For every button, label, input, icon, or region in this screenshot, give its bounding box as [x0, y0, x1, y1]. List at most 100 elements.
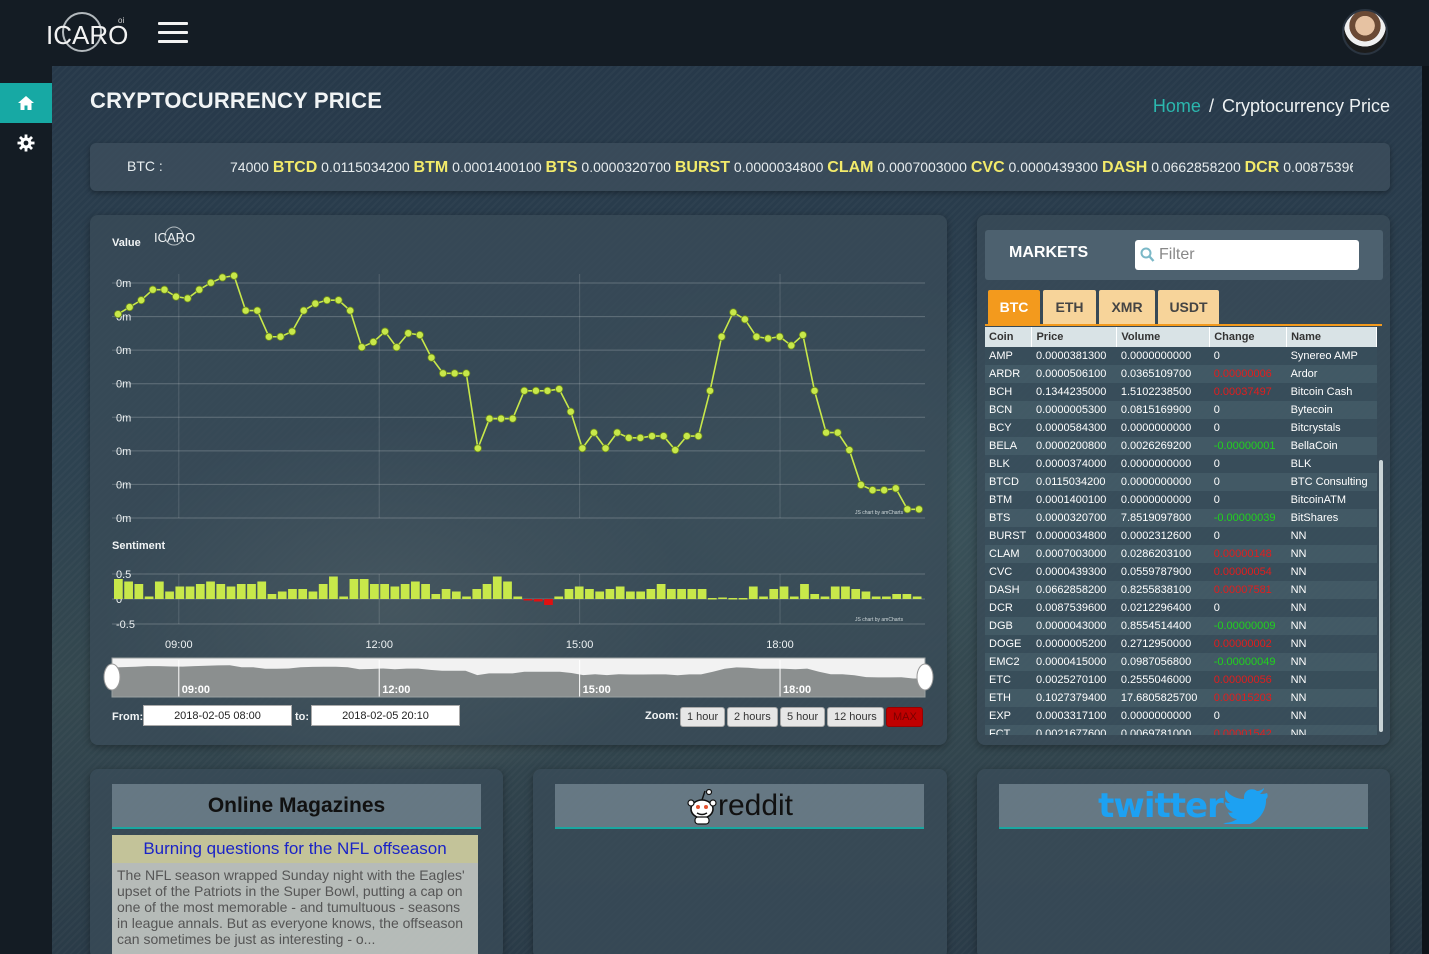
- sentiment-bar[interactable]: [912, 596, 922, 600]
- sentiment-bar[interactable]: [636, 591, 646, 600]
- value-chart-credit[interactable]: JS chart by amCharts: [855, 510, 904, 516]
- value-point[interactable]: [775, 332, 784, 341]
- value-point[interactable]: [787, 341, 796, 350]
- column-header-change[interactable]: Change: [1209, 327, 1288, 347]
- sentiment-bar[interactable]: [533, 599, 543, 602]
- sentiment-bar[interactable]: [216, 584, 226, 599]
- value-point[interactable]: [810, 386, 819, 395]
- value-point[interactable]: [915, 505, 924, 514]
- table-row[interactable]: EMC2 0.0000415000 0.0987056800 -0.00000049 N…: [985, 653, 1377, 671]
- sentiment-bar[interactable]: [277, 591, 287, 600]
- value-point[interactable]: [346, 306, 355, 315]
- table-row[interactable]: DCR 0.0087539600 0.0212296400 0 NN: [985, 599, 1377, 617]
- table-row[interactable]: ETH 0.1027379400 17.6805825700 0.00015203 NN: [985, 689, 1377, 707]
- value-point[interactable]: [392, 343, 401, 352]
- sentiment-bar[interactable]: [267, 594, 277, 599]
- sentiment-bar[interactable]: [175, 586, 185, 600]
- value-point[interactable]: [415, 331, 424, 340]
- zoom-max-button[interactable]: MAX: [886, 707, 923, 727]
- table-row[interactable]: ARDR 0.0000506100 0.0365109700 0.00000006 Ar…: [985, 365, 1377, 383]
- value-point[interactable]: [125, 303, 134, 312]
- value-point[interactable]: [357, 343, 366, 352]
- value-point[interactable]: [764, 334, 773, 343]
- sentiment-bar[interactable]: [288, 589, 297, 599]
- value-point[interactable]: [717, 332, 726, 341]
- sentiment-bar[interactable]: [144, 596, 154, 600]
- sentiment-bar[interactable]: [114, 579, 123, 599]
- sentiment-bar[interactable]: [472, 589, 482, 599]
- sentiment-bar[interactable]: [257, 581, 267, 600]
- value-point[interactable]: [334, 296, 343, 305]
- table-row[interactable]: BCN 0.0000005300 0.0815169900 0 Bytecoin: [985, 401, 1377, 419]
- sentiment-bar[interactable]: [410, 581, 420, 600]
- sentiment-bar[interactable]: [370, 584, 379, 599]
- tab-btc[interactable]: BTC: [988, 290, 1040, 324]
- value-point[interactable]: [230, 271, 239, 280]
- sentiment-bar[interactable]: [810, 594, 820, 599]
- table-row[interactable]: BURST 0.0000034800 0.0002312600 0 NN: [985, 527, 1377, 545]
- value-point[interactable]: [845, 446, 854, 455]
- value-point[interactable]: [880, 486, 889, 495]
- value-point[interactable]: [903, 505, 912, 514]
- scrollbar-navigator[interactable]: 09:00 12:00 15:00 18:00: [103, 657, 934, 698]
- filter-input[interactable]: [1159, 244, 1354, 266]
- tab-usdt[interactable]: USDT: [1158, 290, 1219, 324]
- value-point[interactable]: [566, 407, 575, 416]
- value-point[interactable]: [380, 327, 389, 336]
- sentiment-bar[interactable]: [728, 598, 738, 600]
- value-point[interactable]: [276, 332, 285, 341]
- table-row[interactable]: AMP 0.0000381300 0.0000000000 0 Synereo AMP: [985, 347, 1377, 365]
- menu-icon[interactable]: [158, 22, 188, 44]
- value-point[interactable]: [555, 385, 564, 394]
- table-row[interactable]: BCH 0.1344235000 1.5102238500 0.00037497 Bit…: [985, 383, 1377, 401]
- table-row[interactable]: BTM 0.0001400100 0.0000000000 0 BitcoinATM: [985, 491, 1377, 509]
- sentiment-bar[interactable]: [349, 579, 359, 599]
- sentiment-bar[interactable]: [236, 584, 246, 599]
- value-point[interactable]: [404, 329, 413, 338]
- sentiment-bar[interactable]: [308, 591, 318, 600]
- value-point[interactable]: [520, 386, 529, 395]
- value-point[interactable]: [798, 331, 807, 340]
- app-logo[interactable]: ICARO oi: [46, 12, 128, 56]
- sentiment-bar[interactable]: [462, 596, 471, 600]
- value-point[interactable]: [833, 428, 842, 437]
- sentiment-bar[interactable]: [861, 591, 871, 600]
- value-point[interactable]: [740, 315, 749, 324]
- column-header-coin[interactable]: Coin: [985, 327, 1033, 347]
- value-point[interactable]: [531, 386, 540, 395]
- sentiment-bar[interactable]: [738, 598, 748, 600]
- table-row[interactable]: ETC 0.0025270100 0.2555046000 0.00000056 NN: [985, 671, 1377, 689]
- sentiment-bar[interactable]: [298, 589, 308, 599]
- value-point[interactable]: [195, 285, 204, 294]
- sentiment-bar[interactable]: [841, 586, 850, 600]
- tab-eth[interactable]: ETH: [1043, 290, 1096, 324]
- table-row[interactable]: DASH 0.0662858200 0.8255838100 0.00007581 NN: [985, 581, 1377, 599]
- value-point[interactable]: [589, 428, 598, 437]
- value-point[interactable]: [137, 296, 146, 305]
- value-point[interactable]: [427, 353, 436, 362]
- sentiment-bar[interactable]: [421, 584, 430, 599]
- zoom-5-hour-button[interactable]: 5 hour: [780, 707, 826, 727]
- value-point[interactable]: [613, 428, 622, 437]
- value-point[interactable]: [671, 446, 680, 455]
- value-point[interactable]: [682, 432, 691, 441]
- sentiment-bar[interactable]: [626, 591, 635, 600]
- sentiment-bar[interactable]: [523, 599, 533, 601]
- to-date-input[interactable]: [311, 705, 460, 726]
- sentiment-bar[interactable]: [195, 584, 205, 599]
- value-point[interactable]: [601, 444, 610, 453]
- value-point[interactable]: [113, 310, 122, 319]
- value-point[interactable]: [706, 386, 715, 395]
- price-chart[interactable]: Value ICARO Sentiment 0m0m0m0m0m0m0m0m J…: [90, 215, 947, 745]
- sentiment-bar[interactable]: [759, 596, 768, 600]
- value-point[interactable]: [648, 432, 657, 441]
- table-row[interactable]: BTS 0.0000320700 7.8519097800 -0.00000039 Bi…: [985, 509, 1377, 527]
- sidebar-item-settings[interactable]: [0, 123, 52, 163]
- value-point[interactable]: [288, 327, 297, 336]
- table-row[interactable]: EXP 0.0003317100 0.0000000000 0 NN: [985, 707, 1377, 725]
- sentiment-bar[interactable]: [451, 591, 461, 600]
- sentiment-bar[interactable]: [892, 594, 902, 599]
- sentiment-chart-credit[interactable]: JS chart by amCharts: [855, 617, 904, 623]
- value-point[interactable]: [624, 433, 633, 442]
- value-point[interactable]: [160, 285, 169, 294]
